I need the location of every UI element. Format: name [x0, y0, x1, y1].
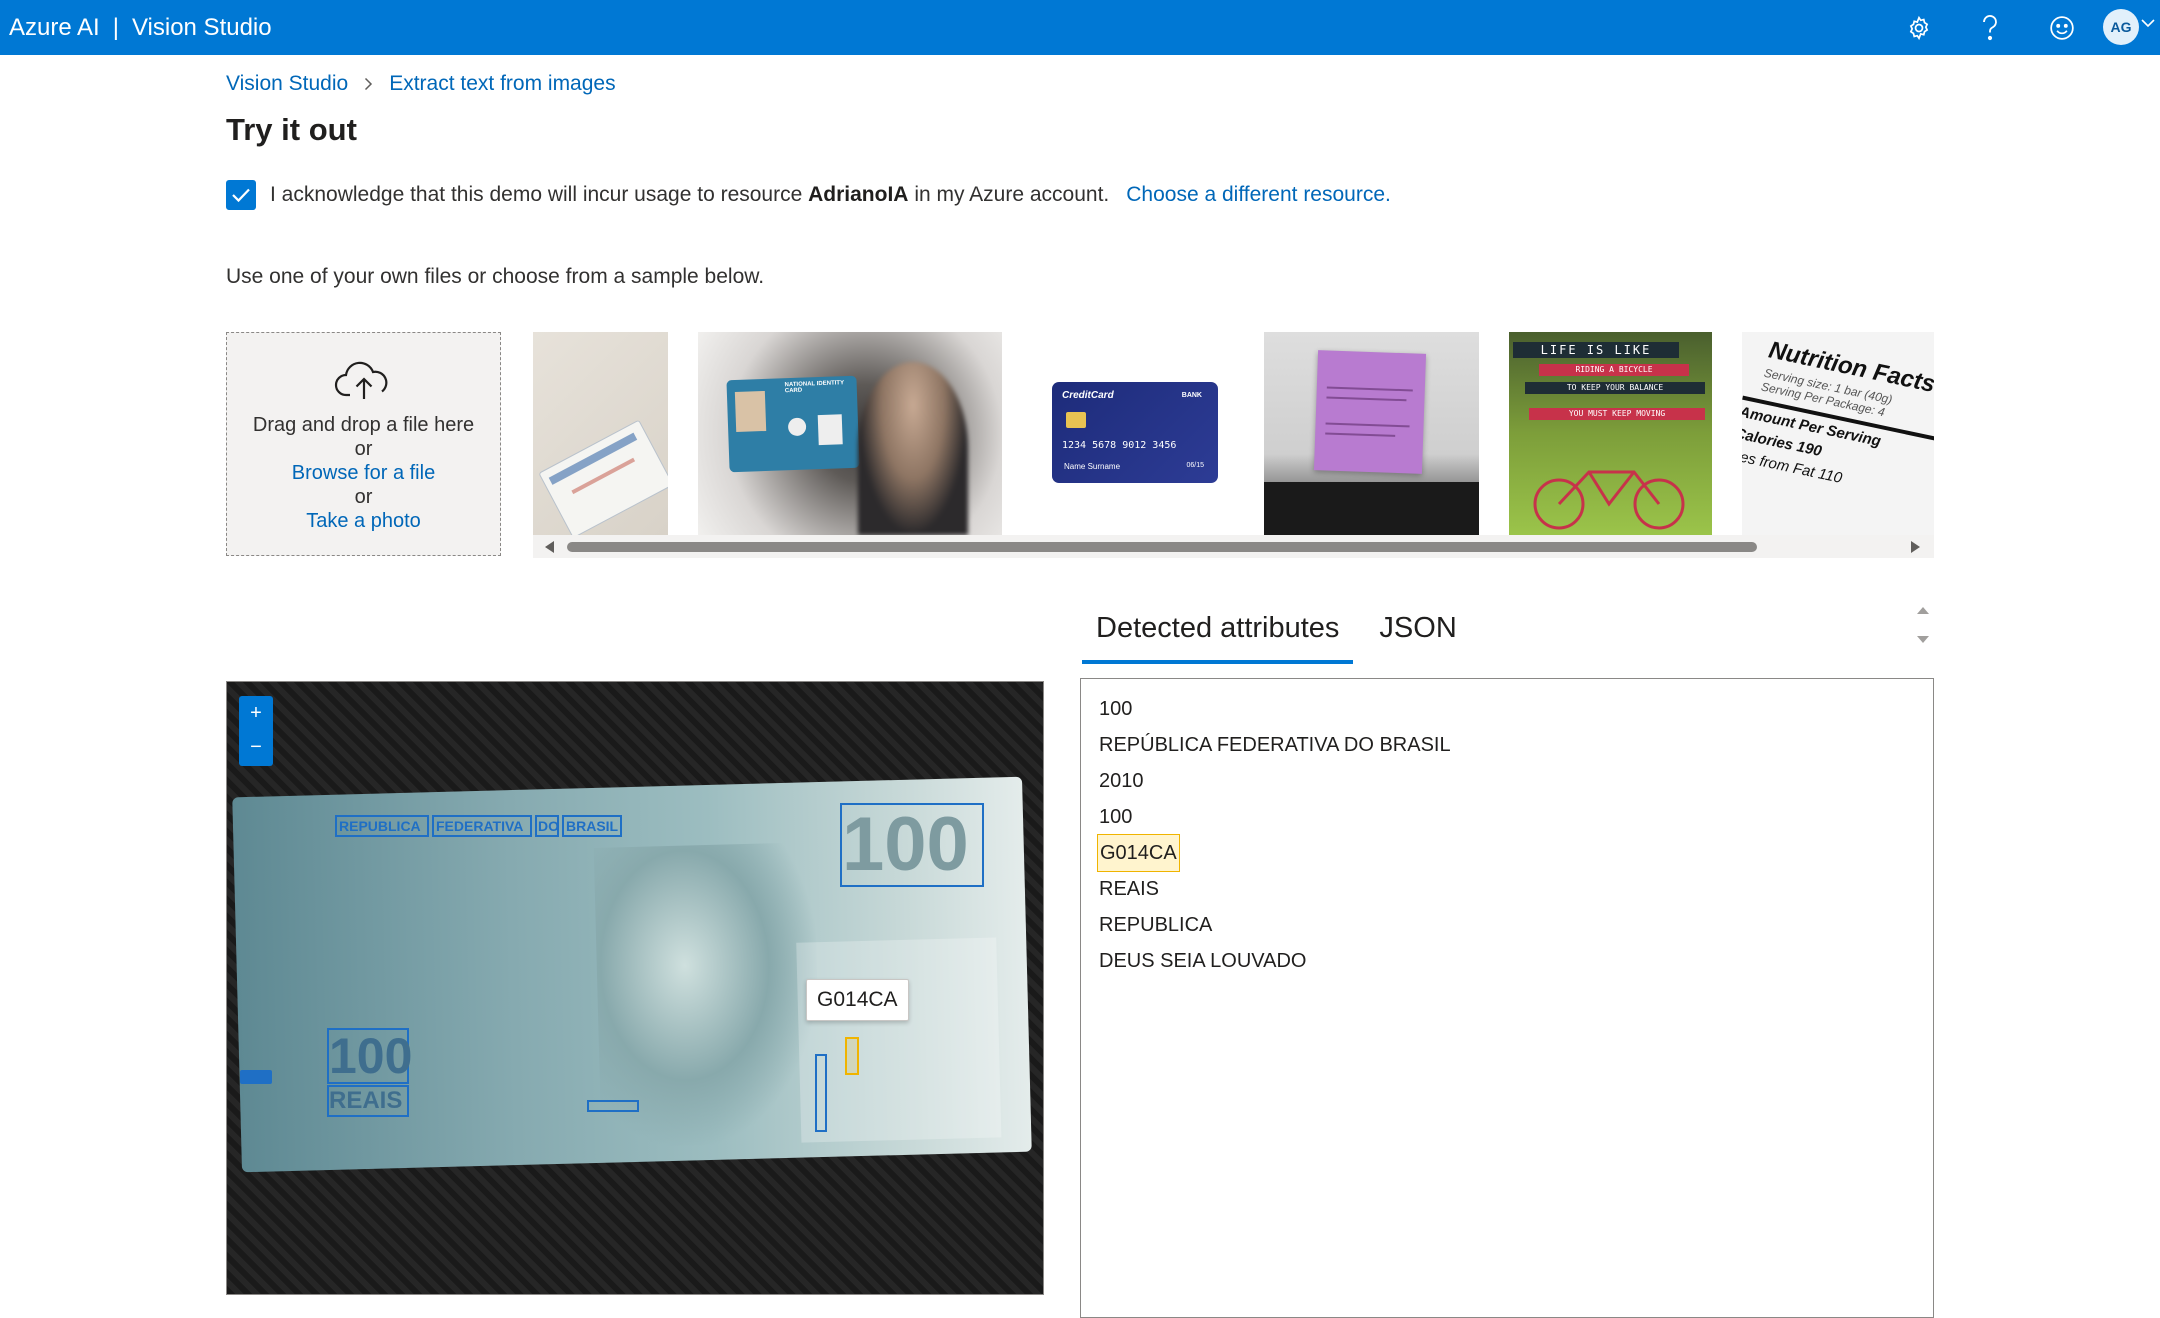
- attribute-item[interactable]: 2010: [1097, 763, 1917, 799]
- sample-nutrition-facts[interactable]: Nutrition Facts Serving size: 1 bar (40g…: [1742, 332, 1934, 535]
- bbox-deus-seja-louvado[interactable]: [815, 1054, 827, 1132]
- detected-attributes-panel: 100 REPÚBLICA FEDERATIVA DO BRASIL 2010 …: [1080, 678, 1934, 1318]
- sample-social-security-card[interactable]: [533, 332, 668, 535]
- scroll-right-icon[interactable]: [1911, 541, 1920, 553]
- zoom-out-icon[interactable]: −: [239, 730, 273, 764]
- top-bar: Azure AI | Vision Studio AG: [0, 0, 2160, 55]
- breadcrumb-root[interactable]: Vision Studio: [226, 72, 348, 96]
- take-photo-link[interactable]: Take a photo: [227, 509, 500, 533]
- chip-icon: [1066, 412, 1086, 428]
- attribute-item[interactable]: 100: [1097, 799, 1917, 835]
- bbox-do[interactable]: DO: [535, 815, 559, 837]
- feedback-icon[interactable]: [2044, 10, 2080, 46]
- id-card-image: NATIONAL IDENTITY CARD: [726, 375, 860, 473]
- bbox-republica[interactable]: REPUBLICA: [335, 815, 429, 837]
- page-title: Try it out: [226, 112, 357, 147]
- tab-json[interactable]: JSON: [1365, 604, 1470, 660]
- id-card-title: NATIONAL IDENTITY CARD: [784, 380, 845, 395]
- resource-name: AdrianoIA: [808, 183, 909, 206]
- acknowledge-row: I acknowledge that this demo will incur …: [226, 179, 1391, 211]
- image-resize-handle[interactable]: [240, 1070, 272, 1084]
- cloud-upload-icon: [334, 361, 387, 399]
- bbox-federativa[interactable]: FEDERATIVA: [432, 815, 532, 837]
- nutrition-label-image: Nutrition Facts Serving size: 1 bar (40g…: [1742, 332, 1934, 535]
- help-icon[interactable]: [1972, 10, 2008, 46]
- tab-scroll-icon[interactable]: [1912, 598, 1934, 658]
- bbox-brasil[interactable]: BRASIL: [562, 815, 622, 837]
- scroll-left-icon[interactable]: [545, 541, 554, 553]
- sample-credit-card[interactable]: CreditCard BANK 1234 5678 9012 3456 Name…: [1032, 332, 1222, 535]
- acknowledge-text-after: in my Azure account.: [914, 183, 1110, 206]
- zoom-in-icon[interactable]: +: [239, 696, 273, 730]
- attribute-item[interactable]: REPUBLICA: [1097, 907, 1917, 943]
- attribute-item-selected[interactable]: G014CA: [1097, 834, 1917, 872]
- chevron-right-icon: [364, 77, 373, 91]
- dropzone-text: Drag and drop a file here: [252, 414, 475, 436]
- result-tabs: Detected attributes JSON: [1082, 604, 1471, 664]
- attribute-item[interactable]: DEUS SEIA LOUVADO: [1097, 943, 1917, 979]
- bbox-tooltip: G014CA: [806, 979, 909, 1021]
- brand-name: Azure AI: [9, 13, 100, 41]
- breadcrumb-current[interactable]: Extract text from images: [389, 72, 615, 96]
- sample-bicycle-poster[interactable]: LIFE IS LIKE RIDING A BICYCLE TO KEEP YO…: [1509, 332, 1712, 535]
- bbox-100-large[interactable]: 100: [840, 803, 984, 887]
- sample-sticky-note[interactable]: [1264, 332, 1479, 535]
- or-text: or: [354, 486, 373, 508]
- settings-icon[interactable]: [1901, 10, 1937, 46]
- breadcrumb: Vision Studio Extract text from images: [226, 72, 616, 96]
- or-text: or: [354, 438, 373, 460]
- browse-file-link[interactable]: Browse for a file: [227, 461, 500, 485]
- attribute-item[interactable]: REPÚBLICA FEDERATIVA DO BRASIL: [1097, 727, 1917, 763]
- bbox-reais[interactable]: REAIS: [327, 1085, 409, 1117]
- scroll-thumb[interactable]: [567, 542, 1757, 552]
- bbox-serial[interactable]: [587, 1100, 639, 1112]
- bicycle-icon: [1533, 470, 1685, 530]
- product-name: Vision Studio: [131, 13, 272, 41]
- checkmark-icon: [232, 188, 250, 203]
- attribute-item[interactable]: 100: [1097, 691, 1917, 727]
- sample-hint: Use one of your own files or choose from…: [226, 265, 765, 288]
- acknowledge-checkbox[interactable]: [226, 180, 256, 210]
- attribute-item[interactable]: REAIS: [1097, 871, 1917, 907]
- avatar[interactable]: AG: [2103, 9, 2139, 45]
- tab-detected-attributes[interactable]: Detected attributes: [1082, 604, 1354, 664]
- bbox-100-small[interactable]: 100: [327, 1028, 412, 1084]
- card-image: [538, 419, 668, 535]
- acknowledge-text-before: I acknowledge that this demo will incur …: [270, 183, 803, 206]
- credit-card-image: CreditCard BANK 1234 5678 9012 3456 Name…: [1052, 382, 1218, 483]
- chevron-down-icon[interactable]: [2141, 18, 2155, 28]
- id-photo: [734, 390, 767, 432]
- brand[interactable]: Azure AI | Vision Studio: [9, 0, 272, 55]
- brand-separator: |: [112, 13, 119, 41]
- zoom-control[interactable]: + −: [239, 696, 273, 766]
- upload-dropzone[interactable]: Drag and drop a file here or Browse for …: [226, 332, 501, 556]
- bbox-g014ca-selected[interactable]: [845, 1037, 859, 1075]
- sample-id-card[interactable]: NATIONAL IDENTITY CARD: [698, 332, 1002, 535]
- sticky-note-image: [1313, 350, 1427, 474]
- samples-scrollbar[interactable]: [533, 535, 1934, 558]
- result-image[interactable]: REPUBLICA FEDERATIVA DO BRASIL 100 100 R…: [226, 681, 1044, 1295]
- choose-resource-link[interactable]: Choose a different resource.: [1126, 183, 1391, 207]
